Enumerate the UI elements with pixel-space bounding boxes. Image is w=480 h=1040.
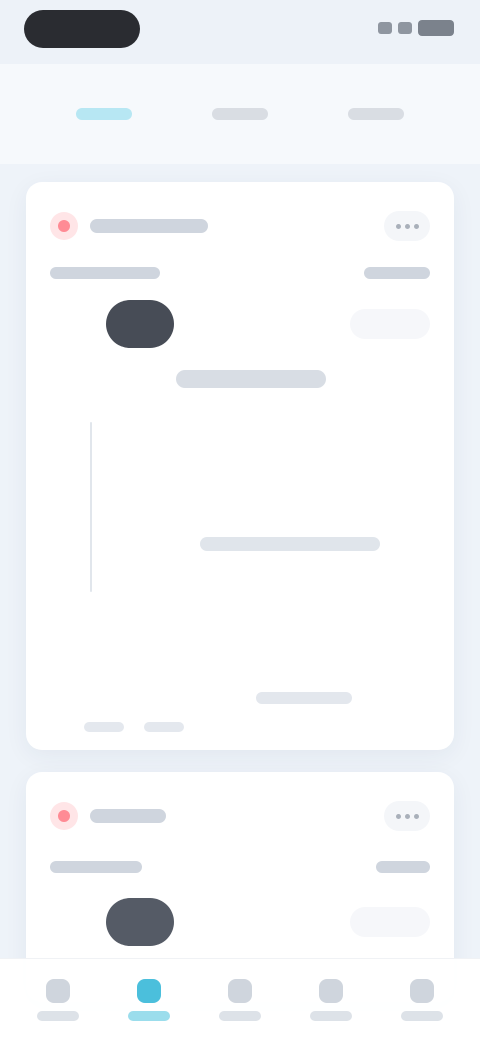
content-divider [90, 422, 92, 592]
battery-icon [418, 20, 454, 36]
nav-cart[interactable] [291, 967, 371, 1033]
brand-icon [50, 802, 78, 830]
tab-label [212, 108, 268, 120]
card-title [90, 219, 208, 233]
author-row [50, 892, 430, 952]
meta-left [50, 267, 160, 279]
bottom-navigation [0, 958, 480, 1040]
footer-item[interactable] [84, 722, 124, 732]
nav-label [401, 1010, 444, 1021]
follow-button[interactable] [350, 309, 430, 339]
nav-home[interactable] [18, 967, 98, 1033]
nav-profile[interactable] [382, 967, 462, 1033]
discover-icon [136, 978, 161, 1003]
message-icon [227, 978, 252, 1003]
content-text [200, 537, 380, 551]
avatar[interactable] [106, 300, 174, 348]
tab-1[interactable] [44, 94, 164, 134]
meta-right [376, 861, 430, 873]
nav-messages[interactable] [200, 967, 280, 1033]
meta-right [364, 267, 430, 279]
feed-card[interactable] [26, 182, 454, 750]
card-headline [176, 370, 326, 388]
status-icons [378, 20, 454, 36]
nav-label [127, 1010, 170, 1021]
card-footer [84, 722, 184, 732]
follow-button[interactable] [350, 907, 430, 937]
tab-label [76, 108, 132, 120]
card-header [50, 796, 430, 836]
card-header [50, 206, 430, 246]
tab-2[interactable] [180, 94, 300, 134]
profile-icon [410, 978, 435, 1003]
nav-discover[interactable] [109, 967, 189, 1033]
card-meta [50, 266, 430, 280]
content-caption [256, 692, 352, 704]
tab-3[interactable] [316, 94, 436, 134]
avatar[interactable] [106, 898, 174, 946]
cart-icon [319, 978, 344, 1003]
footer-item[interactable] [144, 722, 184, 732]
card-content-area [60, 422, 420, 722]
more-icon[interactable] [384, 801, 430, 831]
card-title [90, 809, 166, 823]
brand-icon [50, 212, 78, 240]
meta-left [50, 861, 142, 873]
status-time-pill [24, 10, 140, 48]
more-icon[interactable] [384, 211, 430, 241]
nav-label [218, 1010, 261, 1021]
nav-label [36, 1010, 79, 1021]
nav-label [310, 1010, 353, 1021]
tab-label [348, 108, 404, 120]
card-meta [50, 860, 430, 874]
wifi-icon [398, 22, 412, 34]
top-tabs [0, 64, 480, 164]
signal-icon [378, 22, 392, 34]
status-bar [0, 0, 480, 64]
home-icon [45, 978, 70, 1003]
author-row [50, 294, 430, 354]
